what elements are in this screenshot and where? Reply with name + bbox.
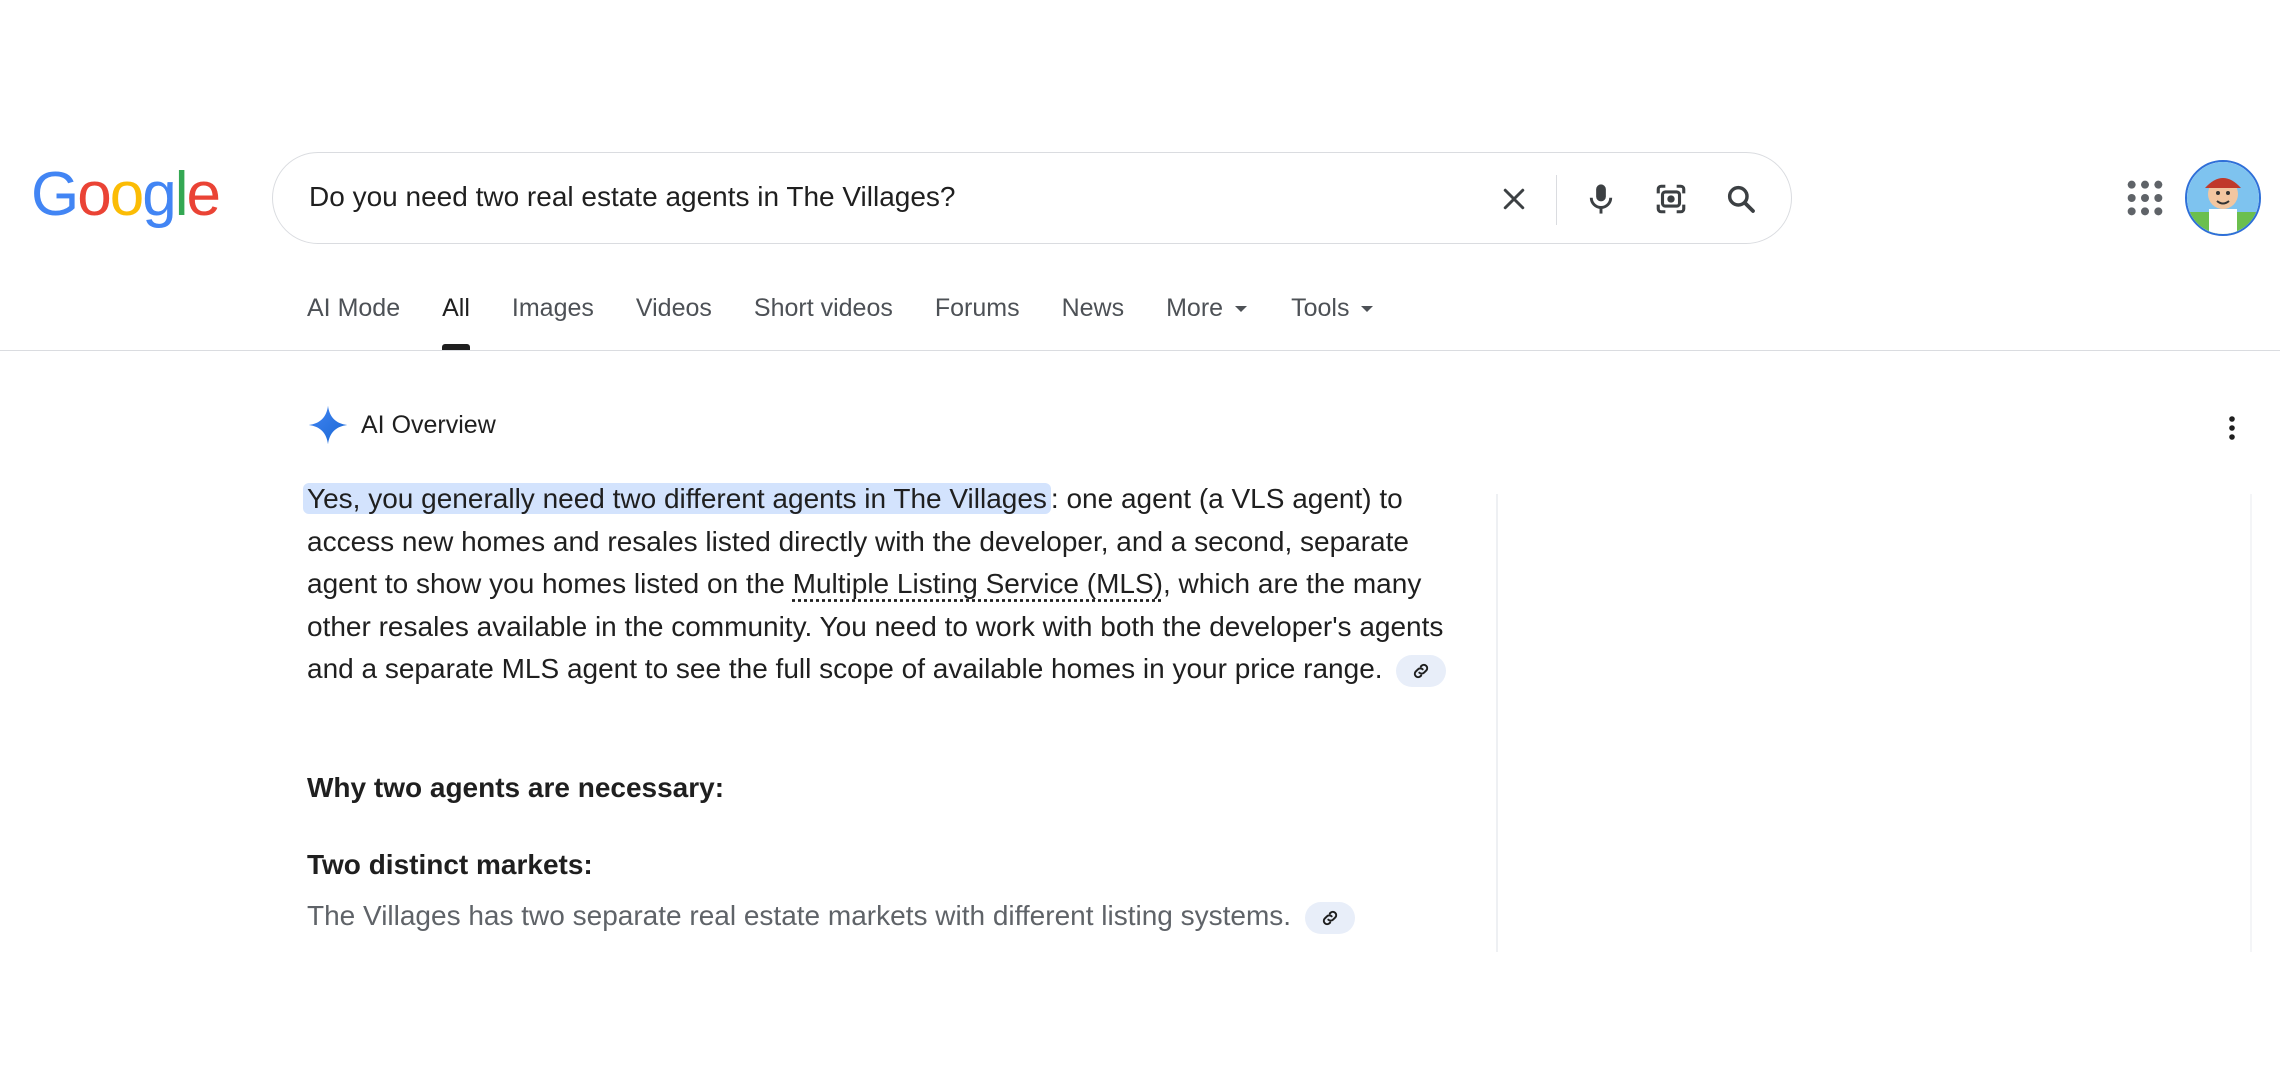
section-subheading: Two distinct markets: [307, 849, 593, 880]
logo-letter: G [31, 160, 79, 229]
logo-letter: o [77, 160, 112, 229]
tab-more[interactable]: More [1166, 294, 1248, 350]
search-tabs: AI Mode All Images Videos Short videos F… [307, 294, 1415, 350]
mls-link[interactable]: Multiple Listing Service (MLS) [793, 568, 1163, 599]
section-heading: Why two agents are necessary: [307, 772, 725, 803]
tab-tools-label: Tools [1291, 294, 1350, 322]
source-link-icon[interactable] [1396, 654, 1447, 687]
caret-down-icon [1361, 306, 1374, 313]
mic-icon[interactable] [1579, 177, 1623, 221]
ai-overview-header: AI Overview [307, 404, 496, 446]
tab-forums[interactable]: Forums [935, 294, 1020, 350]
google-logo[interactable]: Google [31, 160, 221, 230]
search-box[interactable]: Do you need two real estate agents in Th… [272, 152, 1792, 244]
tab-images[interactable]: Images [512, 294, 594, 350]
source-link-icon[interactable] [1304, 901, 1355, 934]
detail-text: The Villages has two separate real estat… [307, 900, 1292, 931]
logo-letter: l [174, 160, 189, 229]
logo-letter: g [142, 160, 177, 229]
sparkle-icon [308, 405, 348, 445]
logo-letter: o [109, 160, 145, 229]
tab-tools[interactable]: Tools [1291, 294, 1374, 350]
close-icon[interactable] [1492, 177, 1536, 221]
tabs-divider [0, 350, 2280, 351]
tab-short-videos[interactable]: Short videos [754, 294, 893, 350]
search-divider [1556, 175, 1557, 225]
logo-letter: e [186, 160, 221, 229]
ai-overview-label: AI Overview [361, 410, 496, 439]
search-icon[interactable] [1719, 177, 1763, 221]
faded-detail: The Villages has two separate real estat… [307, 900, 1355, 934]
tab-more-label: More [1166, 294, 1224, 322]
caret-down-icon [1235, 306, 1248, 313]
highlighted-answer: Yes, you generally need two different ag… [303, 483, 1051, 514]
tab-ai-mode[interactable]: AI Mode [307, 294, 400, 350]
tab-videos[interactable]: Videos [636, 294, 712, 350]
tab-news[interactable]: News [1062, 294, 1125, 350]
tab-all[interactable]: All [442, 294, 470, 350]
search-input[interactable]: Do you need two real estate agents in Th… [309, 181, 956, 213]
apps-grid-icon[interactable] [2125, 178, 2165, 218]
ai-overview-answer: Yes, you generally need two different ag… [303, 478, 1447, 691]
avatar[interactable] [2185, 160, 2261, 236]
more-options-icon[interactable] [2220, 414, 2244, 442]
column-divider [1496, 494, 1498, 952]
lens-icon[interactable] [1649, 177, 1693, 221]
column-divider [2250, 494, 2252, 952]
